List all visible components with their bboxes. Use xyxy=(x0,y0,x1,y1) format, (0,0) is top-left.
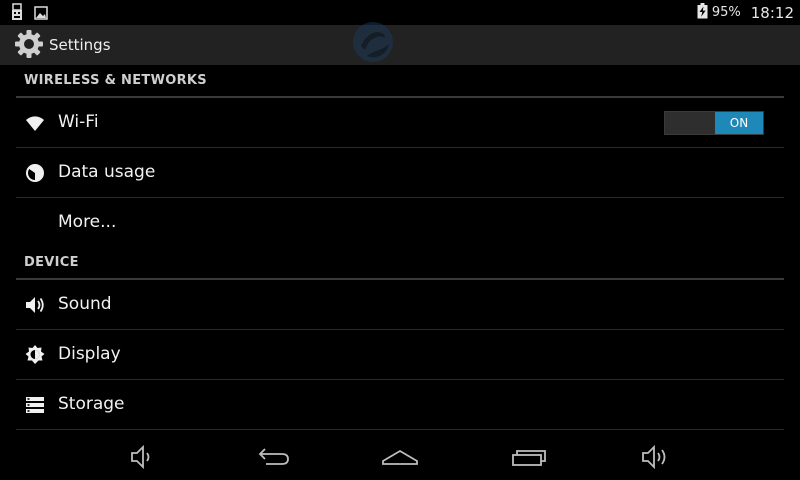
volume-up-icon[interactable] xyxy=(636,442,676,472)
settings-item-more[interactable]: More... xyxy=(16,198,784,247)
status-right-group: 95% 18:12 xyxy=(697,0,794,25)
settings-item-data-usage[interactable]: Data usage xyxy=(16,148,784,198)
usb-icon xyxy=(11,3,23,25)
settings-item-wifi[interactable]: Wi-Fi ON xyxy=(16,98,784,148)
battery-percent: 95% xyxy=(711,5,741,20)
settings-item-storage[interactable]: Storage xyxy=(16,380,784,430)
storage-icon xyxy=(24,394,46,416)
section-title: WIRELESS & NETWORKS xyxy=(24,73,207,88)
settings-item-sound[interactable]: Sound xyxy=(16,280,784,330)
settings-item-label: Data usage xyxy=(58,162,156,182)
settings-item-label: Display xyxy=(58,344,121,364)
toggle-on-label: ON xyxy=(715,112,763,134)
wifi-icon xyxy=(24,112,46,134)
volume-icon xyxy=(24,294,46,316)
settings-item-label: Sound xyxy=(58,294,112,314)
section-header-wireless: WIRELESS & NETWORKS xyxy=(16,65,784,98)
image-icon xyxy=(34,5,48,24)
display-brightness-icon xyxy=(24,344,46,366)
navigation-bar xyxy=(0,434,800,480)
data-usage-icon xyxy=(24,162,46,184)
volume-down-icon[interactable] xyxy=(122,442,162,472)
recent-apps-icon[interactable] xyxy=(509,442,549,472)
clock-time: 18:12 xyxy=(750,3,794,22)
gear-icon[interactable] xyxy=(14,29,44,59)
home-icon[interactable] xyxy=(380,442,420,472)
wifi-toggle[interactable]: ON xyxy=(664,111,764,135)
settings-item-display[interactable]: Display xyxy=(16,330,784,380)
settings-item-label: Wi-Fi xyxy=(58,112,99,132)
back-icon[interactable] xyxy=(252,442,292,472)
section-header-device: DEVICE xyxy=(16,247,784,280)
settings-list: WIRELESS & NETWORKS Wi-Fi ON Data usage … xyxy=(16,65,784,430)
page-title: Settings xyxy=(49,36,111,54)
section-title: DEVICE xyxy=(24,255,79,270)
settings-item-label: More... xyxy=(58,212,117,232)
settings-item-label: Storage xyxy=(58,394,125,414)
battery-charging-icon xyxy=(697,2,708,23)
